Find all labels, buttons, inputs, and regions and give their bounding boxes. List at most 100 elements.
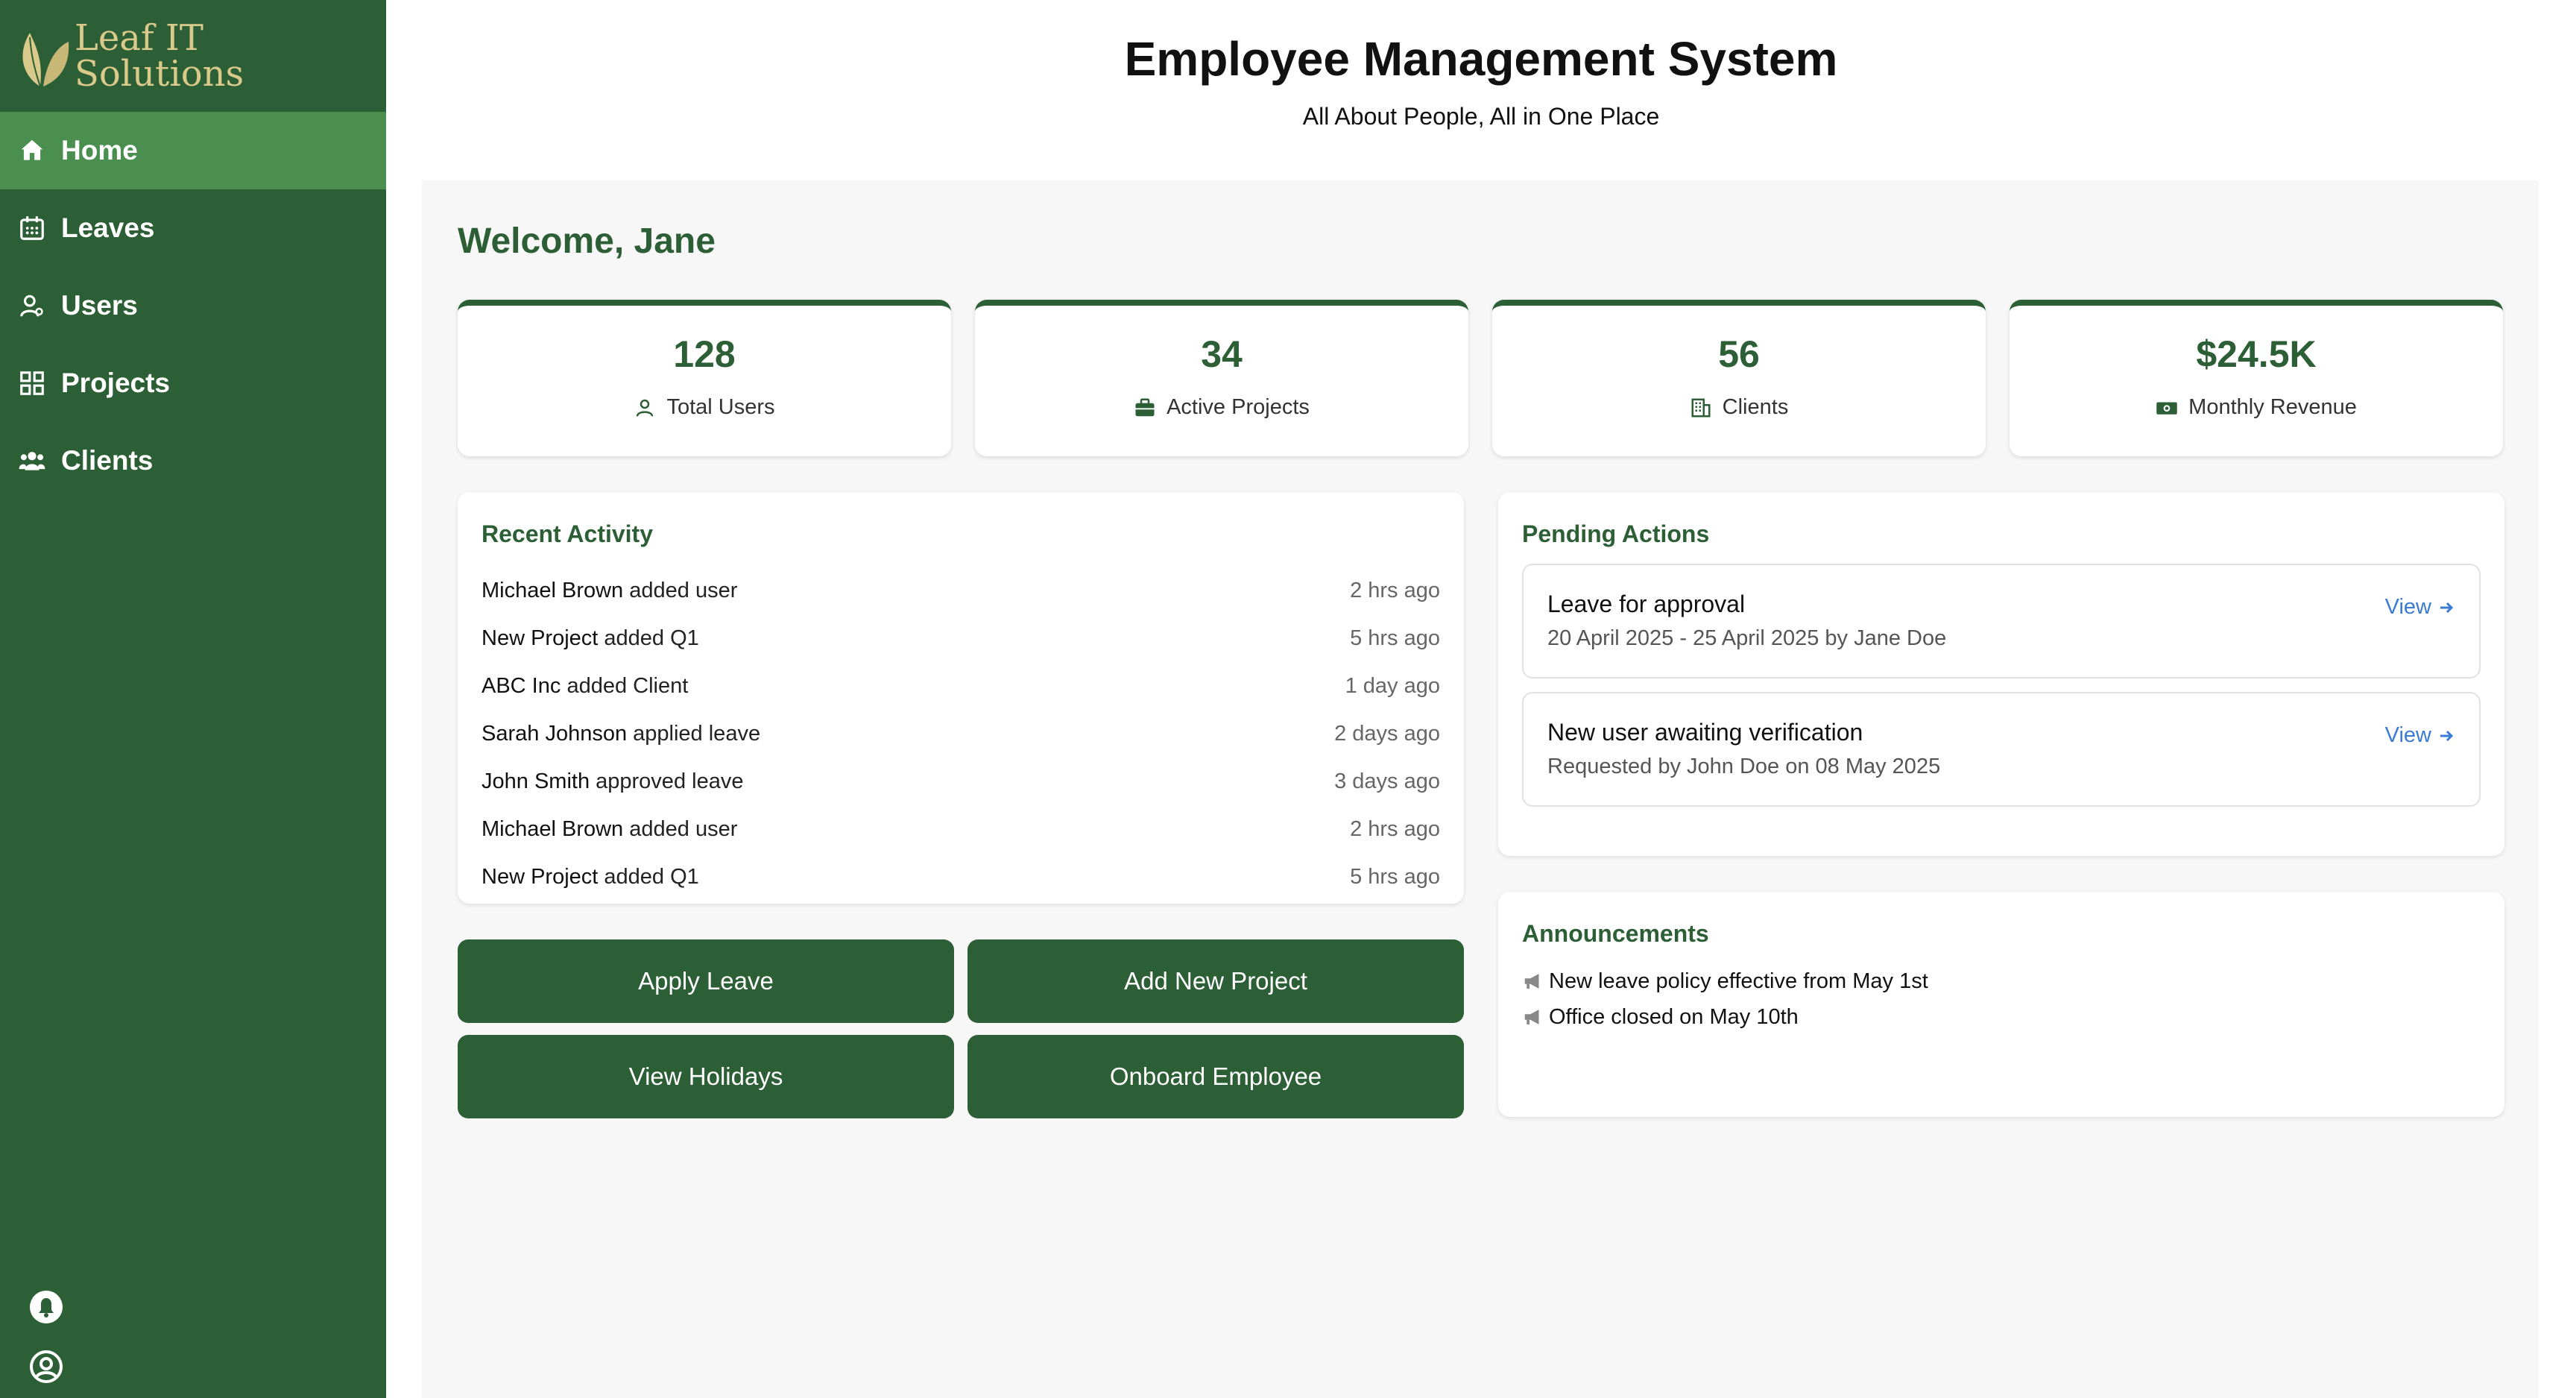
activity-action: added Client xyxy=(566,673,689,698)
stat-label: Clients xyxy=(1492,395,1986,420)
stat-value: 56 xyxy=(1718,333,1760,375)
activity-time: 3 days ago xyxy=(1334,769,1440,793)
dashboard: Welcome, Jane 128 Total Users 34 Active … xyxy=(422,180,2539,1398)
stat-label-text: Total Users xyxy=(666,395,775,419)
announcement-item: Office closed on May 10th xyxy=(1522,999,1928,1035)
arrow-right-icon xyxy=(2440,730,2454,741)
activity-actor: Sarah Johnson xyxy=(482,721,628,746)
activity-actor: Michael Brown xyxy=(482,816,624,841)
activity-action: added Q1 xyxy=(604,626,699,650)
recent-activity-card: Recent Activity Michael Brown added user… xyxy=(458,492,1464,904)
user-icon xyxy=(20,295,43,317)
pending-item: Leave for approval 20 April 2025 - 25 Ap… xyxy=(1522,564,2481,678)
activity-row: John Smith approved leave 3 days ago xyxy=(482,758,1440,805)
stat-label-text: Active Projects xyxy=(1167,395,1310,419)
sidebar-item-home[interactable]: Home xyxy=(0,112,386,189)
user-icon xyxy=(637,399,654,417)
activity-time: 5 hrs ago xyxy=(1350,864,1440,889)
brand-logo[interactable]: Leaf IT Solutions xyxy=(0,0,386,112)
activity-row: Michael Brown added user 2 hrs ago xyxy=(482,567,1440,614)
recent-activity-title: Recent Activity xyxy=(482,520,653,547)
stat-card-monthly-revenue: $24.5K Monthly Revenue xyxy=(2010,300,2503,456)
stat-label: Monthly Revenue xyxy=(2010,395,2503,420)
sidebar-item-label: Projects xyxy=(61,368,171,398)
activity-actor: Michael Brown xyxy=(482,578,624,602)
announcement-text: Office closed on May 10th xyxy=(1549,1004,1799,1029)
activity-list: Michael Brown added user 2 hrs ago New Pr… xyxy=(482,567,1440,901)
announcement-text: New leave policy effective from May 1st xyxy=(1549,969,1928,993)
activity-time: 1 day ago xyxy=(1345,673,1440,698)
stat-value: 128 xyxy=(673,333,736,375)
stat-card-clients: 56 Clients xyxy=(1492,300,1986,456)
view-link[interactable]: View xyxy=(2385,723,2455,748)
bell-icon[interactable] xyxy=(28,1289,64,1325)
activity-action: applied leave xyxy=(633,721,761,746)
brand-name: Leaf IT Solutions xyxy=(75,20,244,92)
activity-row: New Project added Q1 5 hrs ago xyxy=(482,614,1440,662)
activity-action: added Q1 xyxy=(604,864,699,889)
stat-card-total-users: 128 Total Users xyxy=(458,300,951,456)
announcements-title: Announcements xyxy=(1522,920,1709,947)
activity-row: Michael Brown added user 2 hrs ago xyxy=(482,805,1440,853)
sidebar-item-users[interactable]: Users xyxy=(0,267,386,344)
activity-actor: ABC Inc xyxy=(482,673,561,698)
leaf-logo-icon xyxy=(22,33,69,87)
stat-value: $24.5K xyxy=(2196,333,2317,375)
pending-actions-title: Pending Actions xyxy=(1522,520,1710,547)
page-title: Employee Management System xyxy=(1124,32,1838,86)
announcement-list: New leave policy effective from May 1st … xyxy=(1522,963,1928,1035)
activity-time: 2 hrs ago xyxy=(1350,816,1440,841)
add-new-project-button[interactable]: Add New Project xyxy=(967,939,1464,1023)
announcements-card: Announcements New leave policy effective… xyxy=(1498,892,2504,1117)
page-header: Employee Management System All About Peo… xyxy=(386,0,2576,179)
sidebar-nav: Home Leaves Users Projects Clients xyxy=(0,112,386,500)
view-link[interactable]: View xyxy=(2385,595,2455,620)
sidebar-item-projects[interactable]: Projects xyxy=(0,344,386,422)
pending-item: New user awaiting verification Requested… xyxy=(1522,692,2481,807)
sidebar-item-label: Clients xyxy=(61,445,154,476)
megaphone-icon xyxy=(1524,974,1539,989)
sidebar-item-label: Home xyxy=(61,135,138,166)
activity-row: Sarah Johnson applied leave 2 days ago xyxy=(482,710,1440,758)
sidebar: Leaf IT Solutions Home Leaves Users Proj… xyxy=(0,0,386,1398)
pending-item-title: Leave for approval xyxy=(1547,591,1746,617)
activity-row: New Project added Q1 5 hrs ago xyxy=(482,853,1440,901)
stat-label-text: Clients xyxy=(1722,395,1789,419)
user-circle-icon[interactable] xyxy=(28,1349,64,1385)
stat-value: 34 xyxy=(1201,333,1243,375)
pending-actions-card: Pending Actions Leave for approval 20 Ap… xyxy=(1498,492,2504,856)
arrow-right-icon xyxy=(2440,602,2454,613)
onboard-employee-button[interactable]: Onboard Employee xyxy=(967,1035,1464,1118)
activity-time: 2 days ago xyxy=(1334,721,1440,746)
welcome-heading: Welcome, Jane xyxy=(458,221,716,261)
stat-label-text: Monthly Revenue xyxy=(2188,395,2357,419)
view-link-label: View xyxy=(2384,595,2431,619)
brand-line1: Leaf IT xyxy=(75,17,203,59)
activity-actor: New Project xyxy=(482,626,599,650)
view-link-label: View xyxy=(2384,723,2431,747)
home-icon xyxy=(21,139,43,160)
sidebar-footer xyxy=(28,1289,64,1385)
activity-action: approved leave xyxy=(596,769,744,793)
pending-item-title: New user awaiting verification xyxy=(1547,719,1863,746)
pending-item-subtitle: Requested by John Doe on 08 May 2025 xyxy=(1547,755,1941,778)
view-holidays-button[interactable]: View Holidays xyxy=(458,1035,954,1118)
brand-line2: Solutions xyxy=(75,53,244,95)
activity-actor: New Project xyxy=(482,864,599,889)
sidebar-item-leaves[interactable]: Leaves xyxy=(0,189,386,267)
calendar-icon xyxy=(20,216,44,240)
activity-action: added user xyxy=(629,816,738,841)
pending-item-subtitle: 20 April 2025 - 25 April 2025 by Jane Do… xyxy=(1547,626,1947,650)
users-group-icon xyxy=(19,452,45,470)
building-icon xyxy=(1691,398,1711,417)
grid-icon xyxy=(20,371,44,395)
stat-label: Total Users xyxy=(458,395,951,420)
sidebar-item-label: Leaves xyxy=(61,212,155,243)
stat-label: Active Projects xyxy=(975,395,1468,420)
announcement-item: New leave policy effective from May 1st xyxy=(1522,963,1928,999)
megaphone-icon xyxy=(1524,1010,1539,1024)
sidebar-item-clients[interactable]: Clients xyxy=(0,422,386,500)
apply-leave-button[interactable]: Apply Leave xyxy=(458,939,954,1023)
briefcase-icon xyxy=(1135,398,1155,416)
activity-time: 5 hrs ago xyxy=(1350,626,1440,650)
